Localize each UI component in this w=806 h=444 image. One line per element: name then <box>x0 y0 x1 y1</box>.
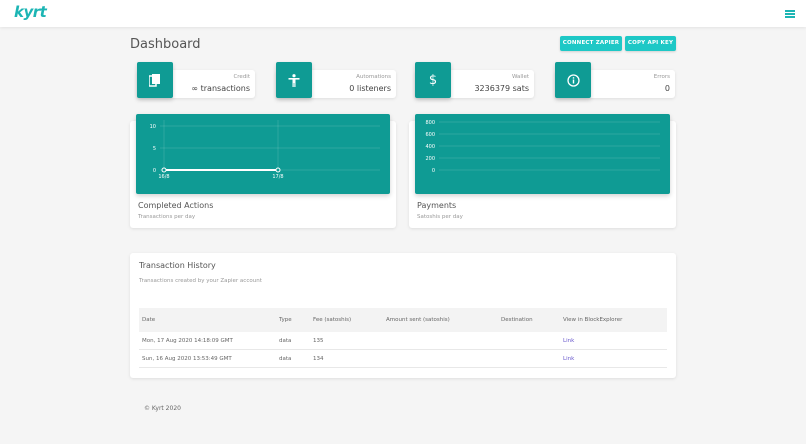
chart-title: Payments <box>417 201 457 210</box>
transaction-table: Date Type Fee (satoshis) Amount sent (sa… <box>139 308 667 368</box>
payments-chart: 0 200 400 600 800 <box>425 120 660 174</box>
y-tick-label: 0 <box>153 168 156 174</box>
transaction-history-card: Transaction History Transactions created… <box>130 253 676 378</box>
cell-date: Mon, 17 Aug 2020 14:18:09 GMT <box>142 338 233 344</box>
section-subtitle: Transactions created by your Zapier acco… <box>139 278 262 284</box>
stat-label: Automations <box>356 74 391 80</box>
stat-value: ∞ transactions <box>191 84 250 93</box>
hamburger-menu-icon[interactable] <box>785 10 795 18</box>
table-header: Date Type Fee (satoshis) Amount sent (sa… <box>139 308 667 332</box>
cell-date: Sun, 16 Aug 2020 13:53:49 GMT <box>142 356 232 362</box>
y-tick-label: 10 <box>150 124 156 130</box>
cell-type: data <box>279 356 292 362</box>
footer-copyright: © Kyrt 2020 <box>144 405 181 412</box>
chart-area: 0 5 10 16/8 17/8 <box>136 114 390 194</box>
file-copy-icon <box>137 62 173 98</box>
stat-label: Errors <box>653 74 670 80</box>
column-header-amount: Amount sent (satoshis) <box>386 317 450 323</box>
cell-fee: 134 <box>313 356 324 362</box>
stat-card-automations: Automations 0 listeners <box>276 62 396 98</box>
table-row: Sun, 16 Aug 2020 13:53:49 GMT data 134 L… <box>139 350 667 368</box>
section-title: Transaction History <box>139 261 216 270</box>
column-header-explorer: View in BlockExplorer <box>563 317 623 323</box>
column-header-type: Type <box>279 317 292 323</box>
app-logo[interactable]: kyrt <box>14 3 47 21</box>
completed-actions-chart: 0 5 10 16/8 17/8 <box>150 120 380 180</box>
stat-value: 0 listeners <box>349 84 391 93</box>
x-tick-label: 16/8 <box>158 174 169 180</box>
accessibility-icon <box>276 62 312 98</box>
y-tick-label: 600 <box>425 132 435 138</box>
column-header-date: Date <box>142 317 156 323</box>
block-explorer-link[interactable]: Link <box>563 350 574 368</box>
cell-type: data <box>279 338 292 344</box>
connect-zapier-button[interactable]: CONNECT ZAPIER <box>560 36 622 51</box>
chart-area: 0 200 400 600 800 <box>415 114 670 194</box>
data-point <box>275 167 281 173</box>
stat-value: 0 <box>664 84 670 93</box>
stat-value: 3236379 sats <box>474 84 529 93</box>
chart-subtitle: Transactions per day <box>138 214 196 220</box>
chart-card-payments: 0 200 400 600 800 Payments Satoshis per day <box>409 114 676 228</box>
stat-card-wallet: $ Wallet 3236379 sats <box>415 62 534 98</box>
page-title: Dashboard <box>130 37 201 52</box>
column-header-fee: Fee (satoshis) <box>313 317 352 323</box>
y-tick-label: 5 <box>153 146 156 152</box>
stat-card-credit: Credit ∞ transactions <box>137 62 255 98</box>
column-header-destination: Destination <box>501 317 533 323</box>
x-tick-label: 17/8 <box>272 174 283 180</box>
block-explorer-link[interactable]: Link <box>563 332 574 350</box>
chart-subtitle: Satoshis per day <box>417 214 463 220</box>
data-point <box>161 167 167 173</box>
chart-title: Completed Actions <box>138 201 214 210</box>
y-tick-label: 0 <box>432 168 435 174</box>
table-row: Mon, 17 Aug 2020 14:18:09 GMT data 135 L… <box>139 332 667 350</box>
y-tick-label: 200 <box>425 156 435 162</box>
stat-card-errors: Errors 0 <box>555 62 675 98</box>
copy-api-key-button[interactable]: COPY API KEY <box>625 36 676 51</box>
y-tick-label: 800 <box>425 120 435 126</box>
info-icon <box>555 62 591 98</box>
stat-label: Wallet <box>511 74 529 80</box>
chart-card-completed-actions: 0 5 10 16/8 17/8 Completed Actions Transacti… <box>130 114 396 228</box>
y-tick-label: 400 <box>425 144 435 150</box>
stat-label: Credit <box>233 74 250 80</box>
dollar-icon: $ <box>415 62 451 98</box>
top-bar: kyrt <box>0 0 806 27</box>
cell-fee: 135 <box>313 338 324 344</box>
